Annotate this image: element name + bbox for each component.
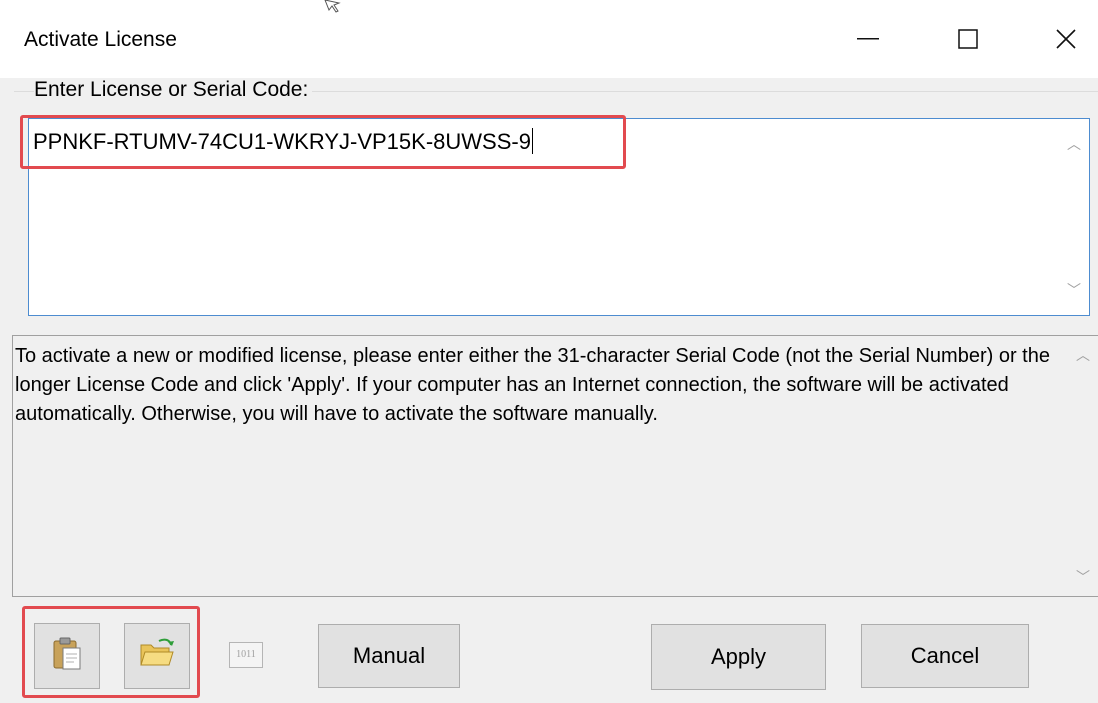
open-file-button[interactable] xyxy=(124,623,190,689)
license-code-input[interactable]: PPNKF-RTUMV-74CU1-WKRYJ-VP15K-8UWSS-9 ︿ … xyxy=(28,118,1090,316)
binary-1011-icon: 1011 xyxy=(229,642,263,668)
maximize-icon xyxy=(958,29,978,49)
title-bar: Activate License xyxy=(0,0,1098,78)
scroll-up-icon[interactable]: ︿ xyxy=(1076,348,1090,362)
manual-button[interactable]: Manual xyxy=(318,624,460,688)
info-text-box: To activate a new or modified license, p… xyxy=(12,335,1098,597)
binary-icon-label: 1011 xyxy=(236,649,256,660)
minimize-icon xyxy=(857,38,879,40)
license-group-label: Enter License or Serial Code: xyxy=(34,78,313,102)
close-icon xyxy=(1056,29,1076,49)
close-button[interactable] xyxy=(1036,12,1096,66)
binary-button[interactable]: 1011 xyxy=(218,624,274,686)
cancel-button[interactable]: Cancel xyxy=(861,624,1029,688)
mouse-cursor-icon xyxy=(323,0,341,19)
apply-button-label: Apply xyxy=(710,644,767,669)
clipboard-paste-icon xyxy=(52,636,82,676)
scroll-down-icon[interactable]: ﹀ xyxy=(1076,570,1090,584)
info-box-scrollbar[interactable]: ︿ ﹀ xyxy=(1068,336,1098,596)
cancel-button-label: Cancel xyxy=(910,643,980,668)
text-caret xyxy=(531,128,533,154)
apply-button[interactable]: Apply xyxy=(651,624,826,690)
manual-button-label: Manual xyxy=(352,643,426,668)
license-code-value: PPNKF-RTUMV-74CU1-WKRYJ-VP15K-8UWSS-9 xyxy=(33,128,533,154)
minimize-button[interactable] xyxy=(838,12,898,66)
scroll-down-icon[interactable]: ﹀ xyxy=(1067,283,1081,297)
activate-license-dialog: Activate License Enter License or Serial… xyxy=(0,0,1098,703)
scroll-up-icon[interactable]: ︿ xyxy=(1067,137,1081,151)
paste-button[interactable] xyxy=(34,623,100,689)
info-text: To activate a new or modified license, p… xyxy=(15,345,1050,425)
folder-open-icon xyxy=(139,637,175,675)
maximize-button[interactable] xyxy=(938,12,998,66)
license-input-scrollbar[interactable]: ︿ ﹀ xyxy=(1059,119,1089,315)
window-title: Activate License xyxy=(24,28,177,51)
